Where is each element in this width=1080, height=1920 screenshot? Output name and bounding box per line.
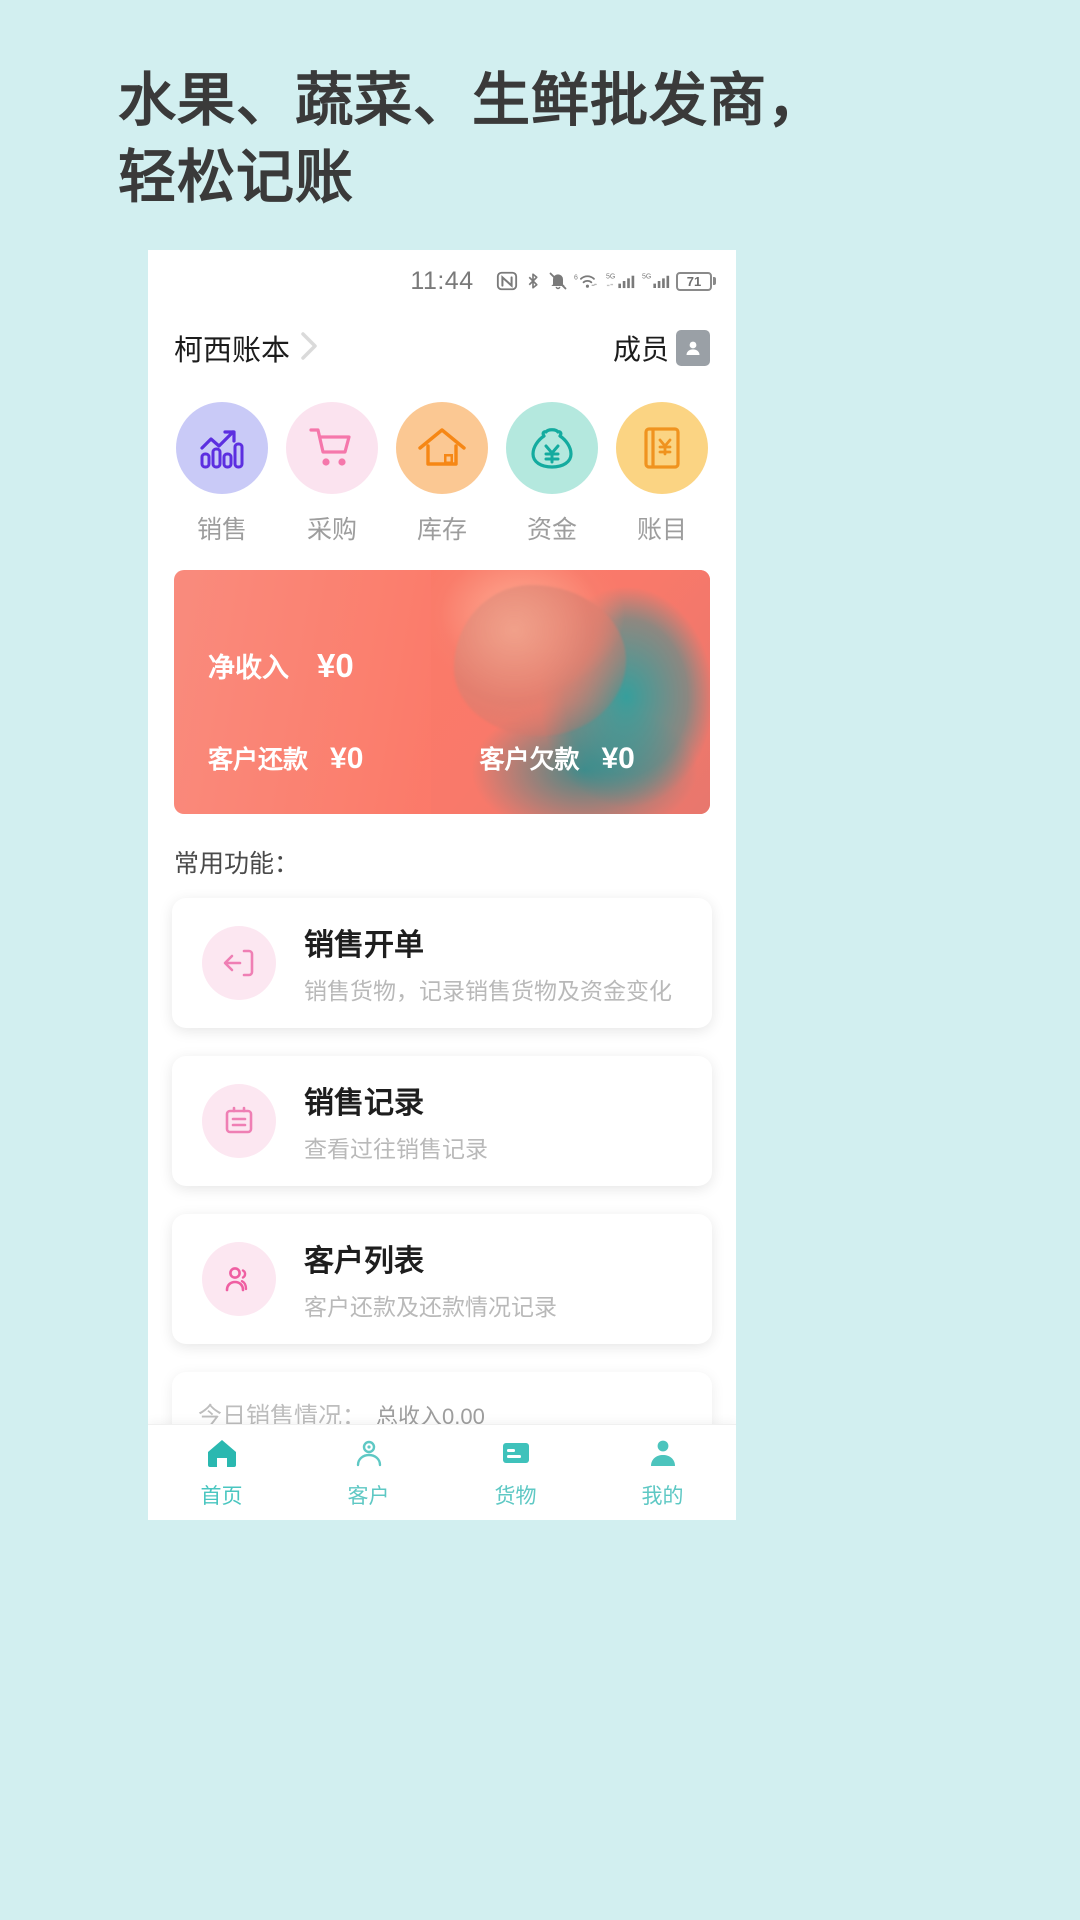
nav-item-home[interactable]: 首页 (148, 1425, 295, 1520)
quick-action-purchase[interactable]: 采购 (284, 402, 380, 546)
headline-line-1: 水果、蔬菜、生鲜批发商， (118, 68, 827, 133)
page-headline: 水果、蔬菜、生鲜批发商， 轻松记账 (118, 62, 938, 216)
card-title: 销售记录 (304, 1087, 424, 1120)
customer-owe-cell: 客户欠款 ¥0 (479, 740, 634, 776)
income-banner-wrap: 净收入 ¥0 客户还款 ¥0 客户欠款 ¥0 (148, 556, 736, 814)
status-bar-time: 11:44 (410, 266, 474, 295)
profile-person-icon (646, 1436, 680, 1475)
nav-label: 我的 (641, 1484, 684, 1508)
ledger-book-yuan-icon (616, 402, 708, 494)
nav-label: 首页 (200, 1484, 243, 1508)
card-title: 销售开单 (304, 929, 424, 962)
phone-mockup: 11:44 6 5G 5G 71 柯西账本 成员 销售 采购 库存 资金 账目 … (148, 250, 736, 1520)
svg-text:5G: 5G (642, 273, 651, 280)
banner-bottom-row: 客户还款 ¥0 客户欠款 ¥0 (208, 740, 676, 776)
card-subtitle: 查看过往销售记录 (304, 1136, 488, 1162)
goods-card-icon (499, 1436, 533, 1475)
bar-chart-arrow-icon (176, 402, 268, 494)
nav-label: 客户 (347, 1484, 390, 1508)
card-text: 销售记录 查看过往销售记录 (304, 1078, 488, 1164)
card-subtitle: 客户还款及还款情况记录 (304, 1294, 557, 1320)
card-subtitle: 销售货物，记录销售货物及资金变化 (304, 978, 672, 1004)
sales-record-list-icon (202, 1084, 276, 1158)
bottom-navigation: 首页 客户 货物 我的 (148, 1424, 736, 1520)
svg-text:5G: 5G (606, 273, 615, 280)
home-icon (205, 1436, 239, 1475)
signal-5g-2-icon: 5G (642, 270, 670, 292)
nav-item-goods[interactable]: 货物 (442, 1425, 589, 1520)
chevron-right-icon (296, 329, 322, 368)
customer-repay-label: 客户还款 (208, 746, 309, 774)
quick-action-label: 采购 (306, 516, 357, 544)
book-name-label: 柯西账本 (174, 335, 291, 367)
member-card-icon (676, 330, 710, 366)
card-customer-list[interactable]: 客户列表 客户还款及还款情况记录 (172, 1214, 712, 1344)
nav-label: 货物 (494, 1484, 537, 1508)
member-button[interactable]: 成员 (613, 328, 710, 368)
net-income-value: ¥0 (317, 647, 354, 684)
customer-repay-cell: 客户还款 ¥0 (208, 740, 479, 776)
card-title: 客户列表 (304, 1245, 424, 1278)
wifi-6-icon: 6 (574, 270, 600, 292)
quick-action-label: 库存 (416, 516, 467, 544)
bluetooth-icon (524, 270, 542, 292)
quick-action-inventory[interactable]: 库存 (394, 402, 490, 546)
nfc-icon (496, 270, 518, 292)
quick-actions: 销售 采购 库存 资金 账目 (148, 384, 736, 556)
quick-action-label: 账目 (636, 516, 687, 544)
customer-icon (352, 1436, 386, 1475)
status-bar: 11:44 6 5G 5G 71 (148, 250, 736, 312)
book-selector[interactable]: 柯西账本 (174, 327, 322, 369)
battery-level-text: 71 (676, 271, 712, 291)
net-income-row: 净收入 ¥0 (208, 646, 354, 685)
status-bar-icons: 6 5G 5G 71 (496, 270, 716, 292)
headline-line-2: 轻松记账 (118, 145, 355, 211)
quick-action-ledger[interactable]: 账目 (614, 402, 710, 546)
quick-action-label: 资金 (526, 516, 577, 544)
app-header: 柯西账本 成员 (148, 312, 736, 384)
nav-item-customer[interactable]: 客户 (295, 1425, 442, 1520)
hand-photo-decor (431, 570, 710, 814)
mute-icon (548, 270, 568, 292)
function-cards: 销售开单 销售货物，记录销售货物及资金变化 销售记录 查看过往销售记录 客户列表… (148, 880, 736, 1344)
sales-order-arrow-icon (202, 926, 276, 1000)
nav-item-profile[interactable]: 我的 (589, 1425, 736, 1520)
money-bag-yuan-icon (506, 402, 598, 494)
member-label: 成员 (612, 334, 669, 365)
warehouse-house-icon (396, 402, 488, 494)
income-banner[interactable]: 净收入 ¥0 客户还款 ¥0 客户欠款 ¥0 (174, 570, 710, 814)
quick-action-sales[interactable]: 销售 (174, 402, 270, 546)
quick-action-funds[interactable]: 资金 (504, 402, 600, 546)
net-income-label: 净收入 (208, 653, 289, 683)
card-sales-record[interactable]: 销售记录 查看过往销售记录 (172, 1056, 712, 1186)
card-text: 销售开单 销售货物，记录销售货物及资金变化 (304, 920, 672, 1006)
customer-owe-value: ¥0 (601, 742, 635, 775)
battery-tip (713, 277, 716, 285)
customer-repay-value: ¥0 (330, 742, 364, 775)
battery-icon: 71 (676, 271, 716, 291)
card-sales-order[interactable]: 销售开单 销售货物，记录销售货物及资金变化 (172, 898, 712, 1028)
card-text: 客户列表 客户还款及还款情况记录 (304, 1236, 557, 1322)
signal-5g-1-icon: 5G (606, 270, 636, 292)
shopping-cart-icon (286, 402, 378, 494)
common-functions-title: 常用功能： (174, 850, 300, 878)
quick-action-label: 销售 (196, 516, 247, 544)
svg-text:6: 6 (574, 274, 578, 281)
customer-owe-label: 客户欠款 (479, 746, 580, 774)
customers-people-icon (202, 1242, 276, 1316)
